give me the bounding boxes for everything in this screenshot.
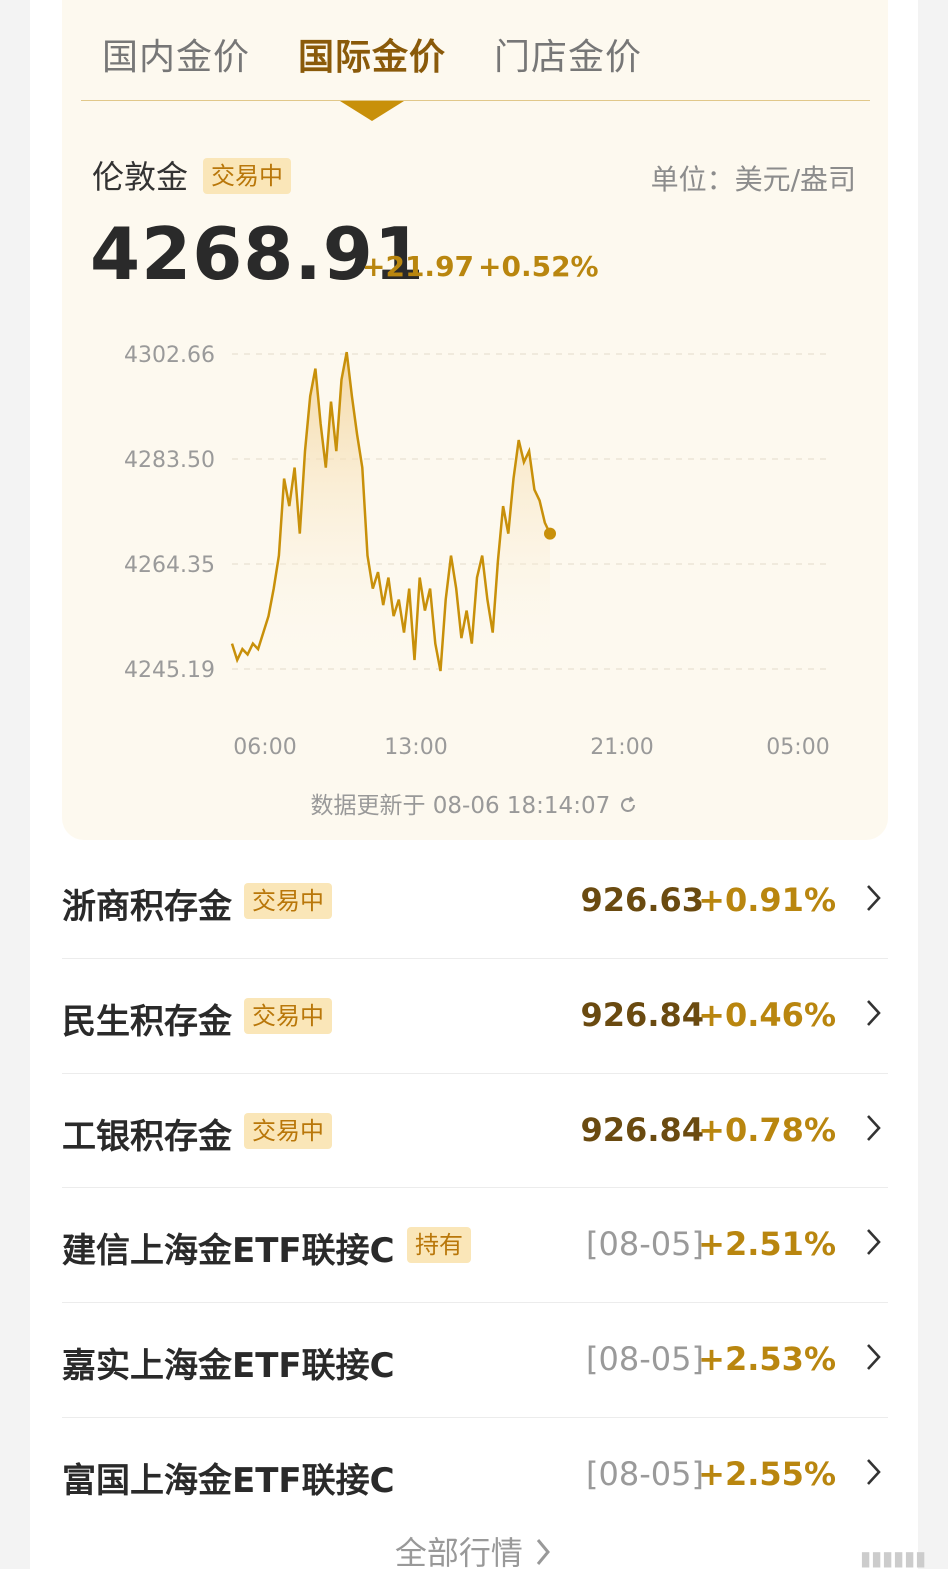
product-status-badge: 持有 (407, 1227, 471, 1264)
tab-international-gold[interactable]: 国际金价 (298, 28, 446, 80)
gold-product-row[interactable]: 工银积存金 交易中 926.84 +0.78% (62, 1073, 888, 1187)
chart-y-tick-label: 4264.35 (124, 553, 215, 578)
product-value: [08-05] (586, 1340, 704, 1379)
all-quotes-label: 全部行情 (394, 1534, 523, 1569)
product-status-badge: 交易中 (244, 883, 332, 919)
product-change-pct: +2.53% (698, 1340, 836, 1379)
price-unit: 单位：美元/盎司 (650, 163, 856, 196)
chart-x-tick-label: 21:00 (590, 735, 653, 760)
active-tab-indicator (340, 101, 404, 121)
price-change-pct: +0.52% (478, 250, 599, 283)
product-change-pct: +0.46% (698, 995, 836, 1034)
chart-y-tick-label: 4302.66 (124, 343, 215, 368)
update-time: 数据更新于 08-06 18:14:07 (0, 786, 948, 820)
trading-status-badge: 交易中 (203, 158, 291, 194)
chart-x-tick-label: 05:00 (766, 735, 829, 760)
gold-product-row[interactable]: 建信上海金ETF联接C 持有 [08-05] +2.51% (62, 1187, 888, 1301)
product-value: 926.84 (580, 995, 704, 1034)
product-change-pct: +0.91% (698, 881, 836, 919)
product-status-badge: 交易中 (244, 997, 332, 1034)
chevron-right-icon (867, 1229, 881, 1256)
product-name: 民生积存金 (62, 1001, 232, 1042)
tab-domestic-gold[interactable]: 国内金价 (102, 28, 250, 80)
chevron-right-icon (867, 1114, 881, 1141)
chart-y-tick-label: 4245.19 (124, 658, 215, 683)
product-name: 嘉实上海金ETF联接C (62, 1346, 395, 1387)
tab-divider (81, 100, 870, 101)
gold-product-row[interactable]: 浙商积存金 交易中 926.63 +0.91% (62, 843, 888, 957)
product-value: [08-05] (586, 1455, 704, 1493)
gold-product-row[interactable]: 民生积存金 交易中 926.84 +0.46% (62, 958, 888, 1072)
product-value: 926.84 (580, 1110, 704, 1149)
price-chart: 4302.66 4283.50 4264.35 4245.19 06:00 13:00 2… (124, 343, 830, 760)
gold-product-row[interactable]: 嘉实上海金ETF联接C [08-05] +2.53% (62, 1302, 888, 1416)
chart-last-point (544, 527, 556, 540)
chart-y-axis: 4302.66 4283.50 4264.35 4245.19 (124, 343, 215, 683)
tab-store-gold[interactable]: 门店金价 (494, 28, 642, 80)
scrollbar-indicator[interactable]: ▮▮▮▮▮▮ (860, 1546, 926, 1569)
gold-product-row[interactable]: 富国上海金ETF联接C [08-05] +2.55% (62, 1417, 888, 1531)
product-name: 工银积存金 (62, 1116, 232, 1157)
product-name: 建信上海金ETF联接C (62, 1231, 395, 1272)
chart-y-tick-label: 4283.50 (124, 448, 215, 473)
chevron-right-icon (867, 999, 881, 1026)
product-change-pct: +2.55% (698, 1455, 836, 1493)
chevron-right-icon (867, 1459, 881, 1485)
product-status-badge: 交易中 (244, 1112, 332, 1149)
chevron-right-icon (536, 1539, 551, 1565)
chart-x-axis: 06:00 13:00 21:00 05:00 (233, 735, 829, 760)
refresh-icon[interactable] (618, 795, 638, 815)
chevron-right-icon (867, 885, 881, 911)
market-name: 伦敦金 (92, 158, 189, 196)
tab-bar: 国内金价 国际金价 门店金价 (0, 28, 948, 88)
product-change-pct: +2.51% (698, 1225, 836, 1264)
update-text: 数据更新于 08-06 18:14:07 (310, 793, 611, 819)
chart-x-tick-label: 06:00 (233, 735, 296, 760)
all-quotes-link[interactable]: 全部行情 (0, 1528, 948, 1569)
price-change: +21.97 (362, 250, 475, 283)
product-value: [08-05] (586, 1225, 704, 1264)
product-change-pct: +0.78% (698, 1110, 836, 1149)
product-name: 富国上海金ETF联接C (62, 1461, 395, 1501)
chart-x-tick-label: 13:00 (384, 735, 447, 760)
product-value: 926.63 (580, 881, 704, 919)
chevron-right-icon (867, 1344, 881, 1371)
product-name: 浙商积存金 (62, 887, 232, 927)
